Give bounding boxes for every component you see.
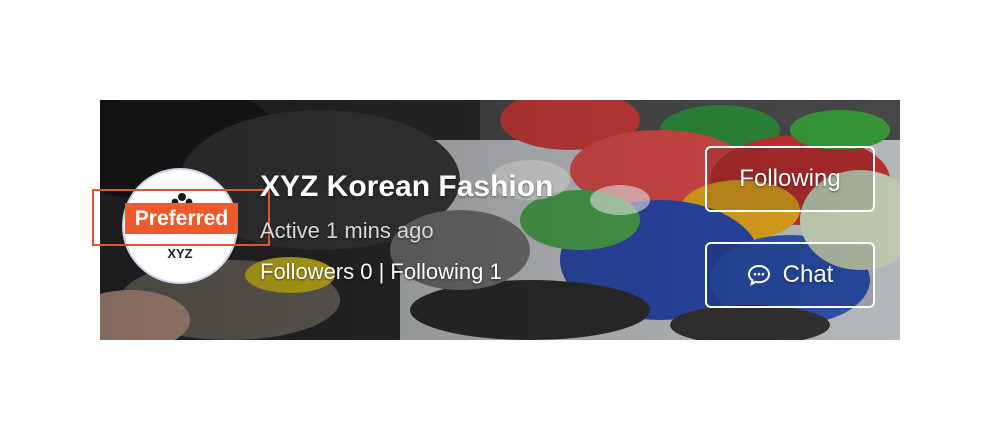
follow-stats: Followers 0 | Following 1	[260, 259, 502, 284]
chat-button[interactable]: Chat	[705, 242, 875, 308]
preferred-badge: Preferred	[125, 203, 238, 234]
chat-button-label: Chat	[782, 261, 834, 288]
shop-name: XYZ Korean Fashion	[260, 170, 554, 203]
active-status: Active 1 mins ago	[260, 218, 434, 243]
following-button[interactable]: Following	[705, 146, 875, 212]
chat-bubble-icon	[747, 264, 770, 286]
following-button-label: Following	[739, 165, 841, 192]
avatar-brand-text: XYZ	[167, 246, 193, 261]
